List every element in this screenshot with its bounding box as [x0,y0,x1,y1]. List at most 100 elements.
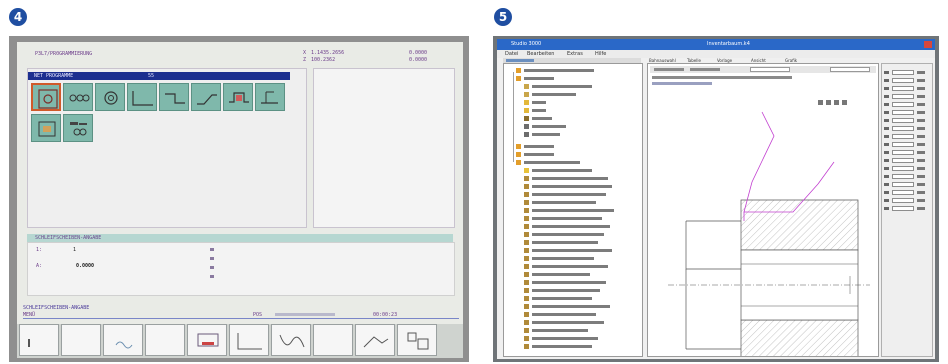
folder-icon [516,152,521,157]
part-icon [524,216,529,221]
cnc-header-title: P3L7/PR0GRAMMIERUNG [35,51,93,57]
footer-status: POS [253,312,263,318]
folder-icon [516,76,521,81]
tree-node-label [532,225,610,228]
cycle-tile-3[interactable] [95,83,125,111]
menu-item-3[interactable]: Hilfe [595,51,606,57]
softkey-3[interactable] [103,324,143,356]
part-icon [524,176,529,181]
program-ribbon-title: NET PROGRAMME [34,73,74,79]
param-marker-2 [210,257,214,260]
property-field[interactable] [892,182,914,187]
property-label [884,151,889,154]
softkey-4[interactable] [145,324,185,356]
property-label [884,175,889,178]
coord-z-label: Z [303,57,307,63]
softkey-8[interactable] [313,324,353,356]
part-icon [524,336,529,341]
property-field[interactable] [892,166,914,171]
property-field[interactable] [892,158,914,163]
property-field[interactable] [892,150,914,155]
part-icon [524,100,529,105]
param-1-value[interactable]: 1 [73,247,76,253]
thread-cycle-icon [261,91,278,104]
property-field[interactable] [892,94,914,99]
softkey-10[interactable] [397,324,437,356]
part-icon [524,192,529,197]
menu-item-2[interactable]: Extras [567,51,583,57]
property-unit [917,119,925,122]
softkey-7[interactable] [271,324,311,356]
part-icon [524,240,529,245]
property-field[interactable] [892,190,914,195]
property-field[interactable] [892,78,914,83]
menu-item-0[interactable]: Datei [505,51,518,57]
property-field[interactable] [892,102,914,107]
ring-cycle-icon [104,91,118,105]
part-icon [524,296,529,301]
property-unit [917,143,925,146]
menu-item-1[interactable]: Bearbeiten [527,51,554,57]
property-unit [917,95,925,98]
param-a-value[interactable]: 0.0000 [76,263,94,269]
cycle-tile-1[interactable] [31,83,61,111]
part-icon [524,280,529,285]
property-label [884,143,889,146]
property-field[interactable] [892,110,914,115]
tree-node-label [532,185,612,188]
coord-z-value: 100.2362 [311,57,336,63]
drawing-canvas[interactable] [647,63,879,357]
property-label [884,127,889,130]
property-field[interactable] [892,134,914,139]
property-unit [917,111,925,114]
property-field[interactable] [892,86,914,91]
step-badge-5: 5 [494,8,512,26]
tree-node-label [532,201,596,204]
cycle-tile-6[interactable] [191,83,221,111]
property-field[interactable] [892,174,914,179]
tree-toolbar-button[interactable] [506,59,534,62]
property-field[interactable] [892,142,914,147]
tree-node-label [532,297,592,300]
softkey-6[interactable] [229,324,269,356]
tree-node-label [524,153,554,156]
property-field[interactable] [892,118,914,123]
cycle-tile-7[interactable] [223,83,253,111]
property-field[interactable] [892,126,914,131]
pocket-cycle-icon [38,121,56,137]
close-icon[interactable] [924,41,932,48]
folder-icon [516,144,521,149]
tree-node-label [532,233,604,236]
cycle-tile-4[interactable] [127,83,157,111]
cycle-tile-10[interactable] [63,114,93,142]
part-icon [524,320,529,325]
cycle-tile-2[interactable] [63,83,93,111]
preview-panel [313,68,455,228]
property-unit [917,87,925,90]
tree-node-label [532,85,592,88]
property-field[interactable] [892,198,914,203]
property-field[interactable] [892,70,914,75]
tree-node-label [532,109,546,112]
tree-node-label [532,265,608,268]
tree-node-label [532,177,608,180]
part-tree[interactable] [503,63,643,357]
softkey-2[interactable] [61,324,101,356]
footer-status-bar [275,313,335,316]
cycle-tile-5[interactable] [159,83,189,111]
target-cycle-icon [38,89,58,109]
graph-icon [407,332,429,350]
tree-node-label [532,281,606,284]
property-unit [917,159,925,162]
cycle-tile-8[interactable] [255,83,285,111]
cad-titlebar: Studio 3000 Inventarbaum.k4 [497,39,935,50]
softkey-1[interactable] [19,324,59,356]
part-icon [524,84,529,89]
footer-divider [23,318,459,319]
property-unit [917,79,925,82]
softkey-5[interactable] [187,324,227,356]
softkey-9[interactable] [355,324,395,356]
property-field[interactable] [892,206,914,211]
coord-x-offset: 0.0000 [409,50,428,56]
cycle-tile-9[interactable] [31,114,61,142]
